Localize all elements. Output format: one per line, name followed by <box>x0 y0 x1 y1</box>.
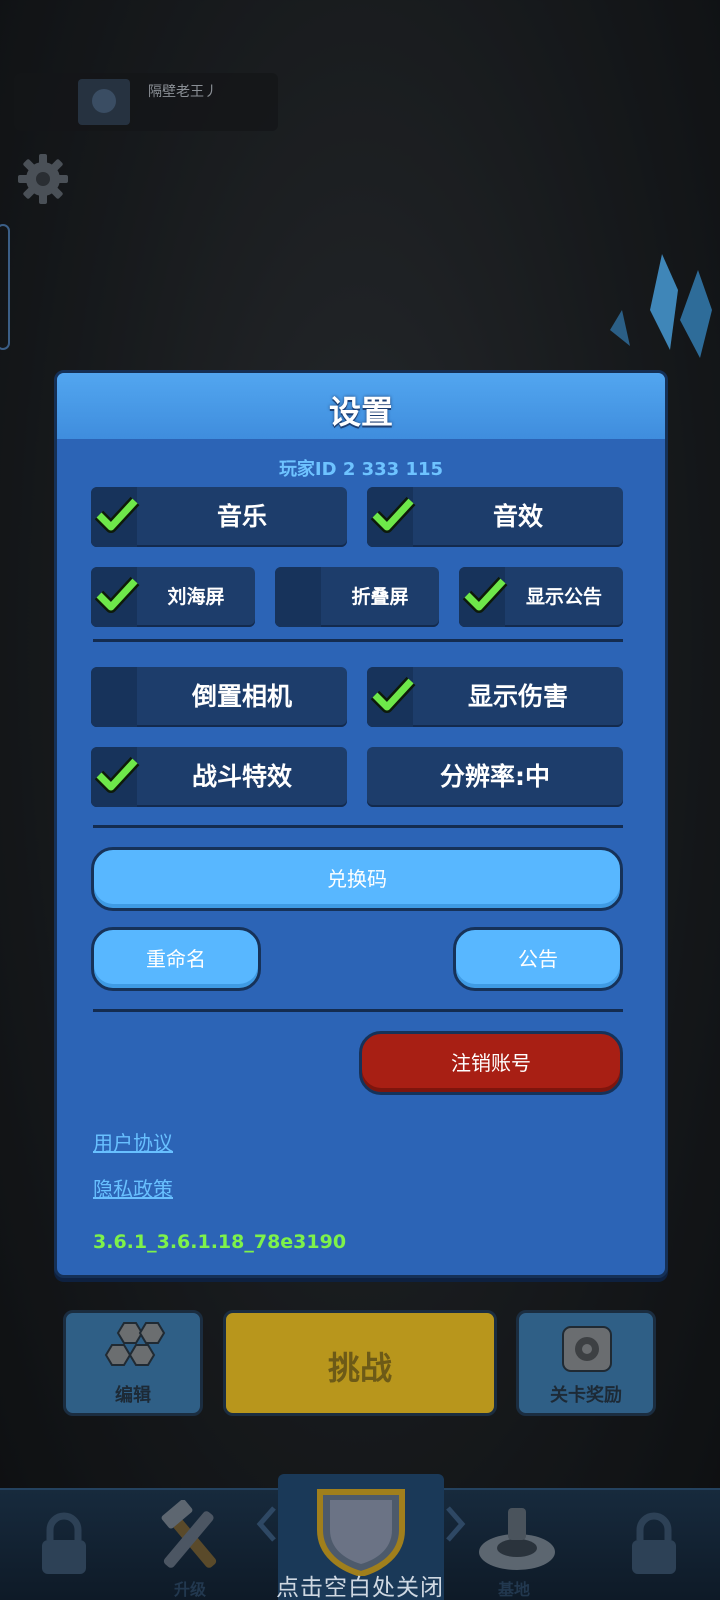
check-icon <box>370 676 416 713</box>
settings-dialog: 设置 玩家ID 2 333 115 音乐 音效 刘海屏 折叠屏 显示公告 倒置相… <box>54 370 668 1278</box>
chevron-right-icon <box>446 1506 466 1542</box>
toggle-label: 音效 <box>492 502 543 531</box>
player-info-bar: 隔壁老王丿 <box>14 73 278 131</box>
close-hint: 点击空白处关闭 <box>276 1575 444 1600</box>
checkbox[interactable] <box>367 487 416 547</box>
divider <box>93 639 623 642</box>
toggle-foldable-screen[interactable]: 折叠屏 <box>275 567 439 627</box>
checkbox[interactable] <box>459 567 508 627</box>
check-icon <box>94 496 140 533</box>
resolution-label: 分辨率:中 <box>440 762 550 791</box>
challenge-label: 挑战 <box>327 1349 392 1387</box>
checkbox[interactable] <box>91 667 137 727</box>
hammer-wrench-icon <box>161 1500 217 1568</box>
toggle-label: 刘海屏 <box>167 586 225 608</box>
shield-icon <box>317 1489 405 1576</box>
challenge-button: 挑战 <box>223 1310 497 1416</box>
toggle-show-notice[interactable]: 显示公告 <box>459 567 623 627</box>
version-text: 3.6.1_3.6.1.18_78e3190 <box>93 1231 347 1253</box>
check-icon <box>462 576 508 613</box>
checkbox[interactable] <box>91 487 140 547</box>
toggle-show-damage[interactable]: 显示伤害 <box>367 667 623 727</box>
hex-slots-icon <box>104 1322 166 1366</box>
check-icon <box>94 576 140 613</box>
toggle-invert-camera[interactable]: 倒置相机 <box>91 667 347 727</box>
toggle-label: 折叠屏 <box>351 586 409 608</box>
avatar <box>78 79 130 125</box>
edit-button: 编辑 <box>63 1310 203 1416</box>
toggle-label: 音乐 <box>216 502 267 531</box>
side-panel-tab <box>0 224 10 350</box>
camera-icon <box>562 1326 612 1372</box>
toggle-sound-effects[interactable]: 音效 <box>367 487 623 547</box>
checkbox[interactable] <box>91 747 140 807</box>
divider <box>93 1009 623 1012</box>
level-reward-label: 关卡奖励 <box>550 1385 622 1406</box>
edit-label: 编辑 <box>115 1385 151 1406</box>
notice-button[interactable]: 公告 <box>453 927 623 991</box>
user-agreement-link[interactable]: 用户协议 <box>93 1127 173 1156</box>
check-icon <box>94 756 140 793</box>
crystal-decoration <box>610 254 712 358</box>
divider <box>93 825 623 828</box>
chevron-left-icon <box>256 1506 276 1542</box>
gear-icon <box>18 154 68 204</box>
toggle-notch-screen[interactable]: 刘海屏 <box>91 567 255 627</box>
toggle-label: 战斗特效 <box>191 762 292 791</box>
dialog-title: 设置 <box>328 393 393 431</box>
privacy-policy-link[interactable]: 隐私政策 <box>93 1173 173 1202</box>
toggle-label: 倒置相机 <box>191 682 292 711</box>
toggle-music[interactable]: 音乐 <box>91 487 347 547</box>
player-id: 玩家ID 2 333 115 <box>278 459 444 480</box>
check-icon <box>370 496 416 533</box>
resolution-selector[interactable]: 分辨率:中 <box>367 747 623 807</box>
toggle-label: 显示公告 <box>525 586 602 608</box>
redeem-code-button[interactable]: 兑换码 <box>91 847 623 911</box>
base-icon <box>479 1508 555 1570</box>
player-name: 隔壁老王丿 <box>148 84 218 100</box>
toggle-label: 显示伤害 <box>467 682 568 711</box>
checkbox[interactable] <box>91 567 140 627</box>
toggle-battle-effects[interactable]: 战斗特效 <box>91 747 347 807</box>
checkbox[interactable] <box>367 667 416 727</box>
dialog-header: 设置 <box>57 373 665 439</box>
delete-account-button[interactable]: 注销账号 <box>359 1031 623 1095</box>
checkbox[interactable] <box>275 567 321 627</box>
rename-button[interactable]: 重命名 <box>91 927 261 991</box>
level-reward-button: 关卡奖励 <box>516 1310 656 1416</box>
